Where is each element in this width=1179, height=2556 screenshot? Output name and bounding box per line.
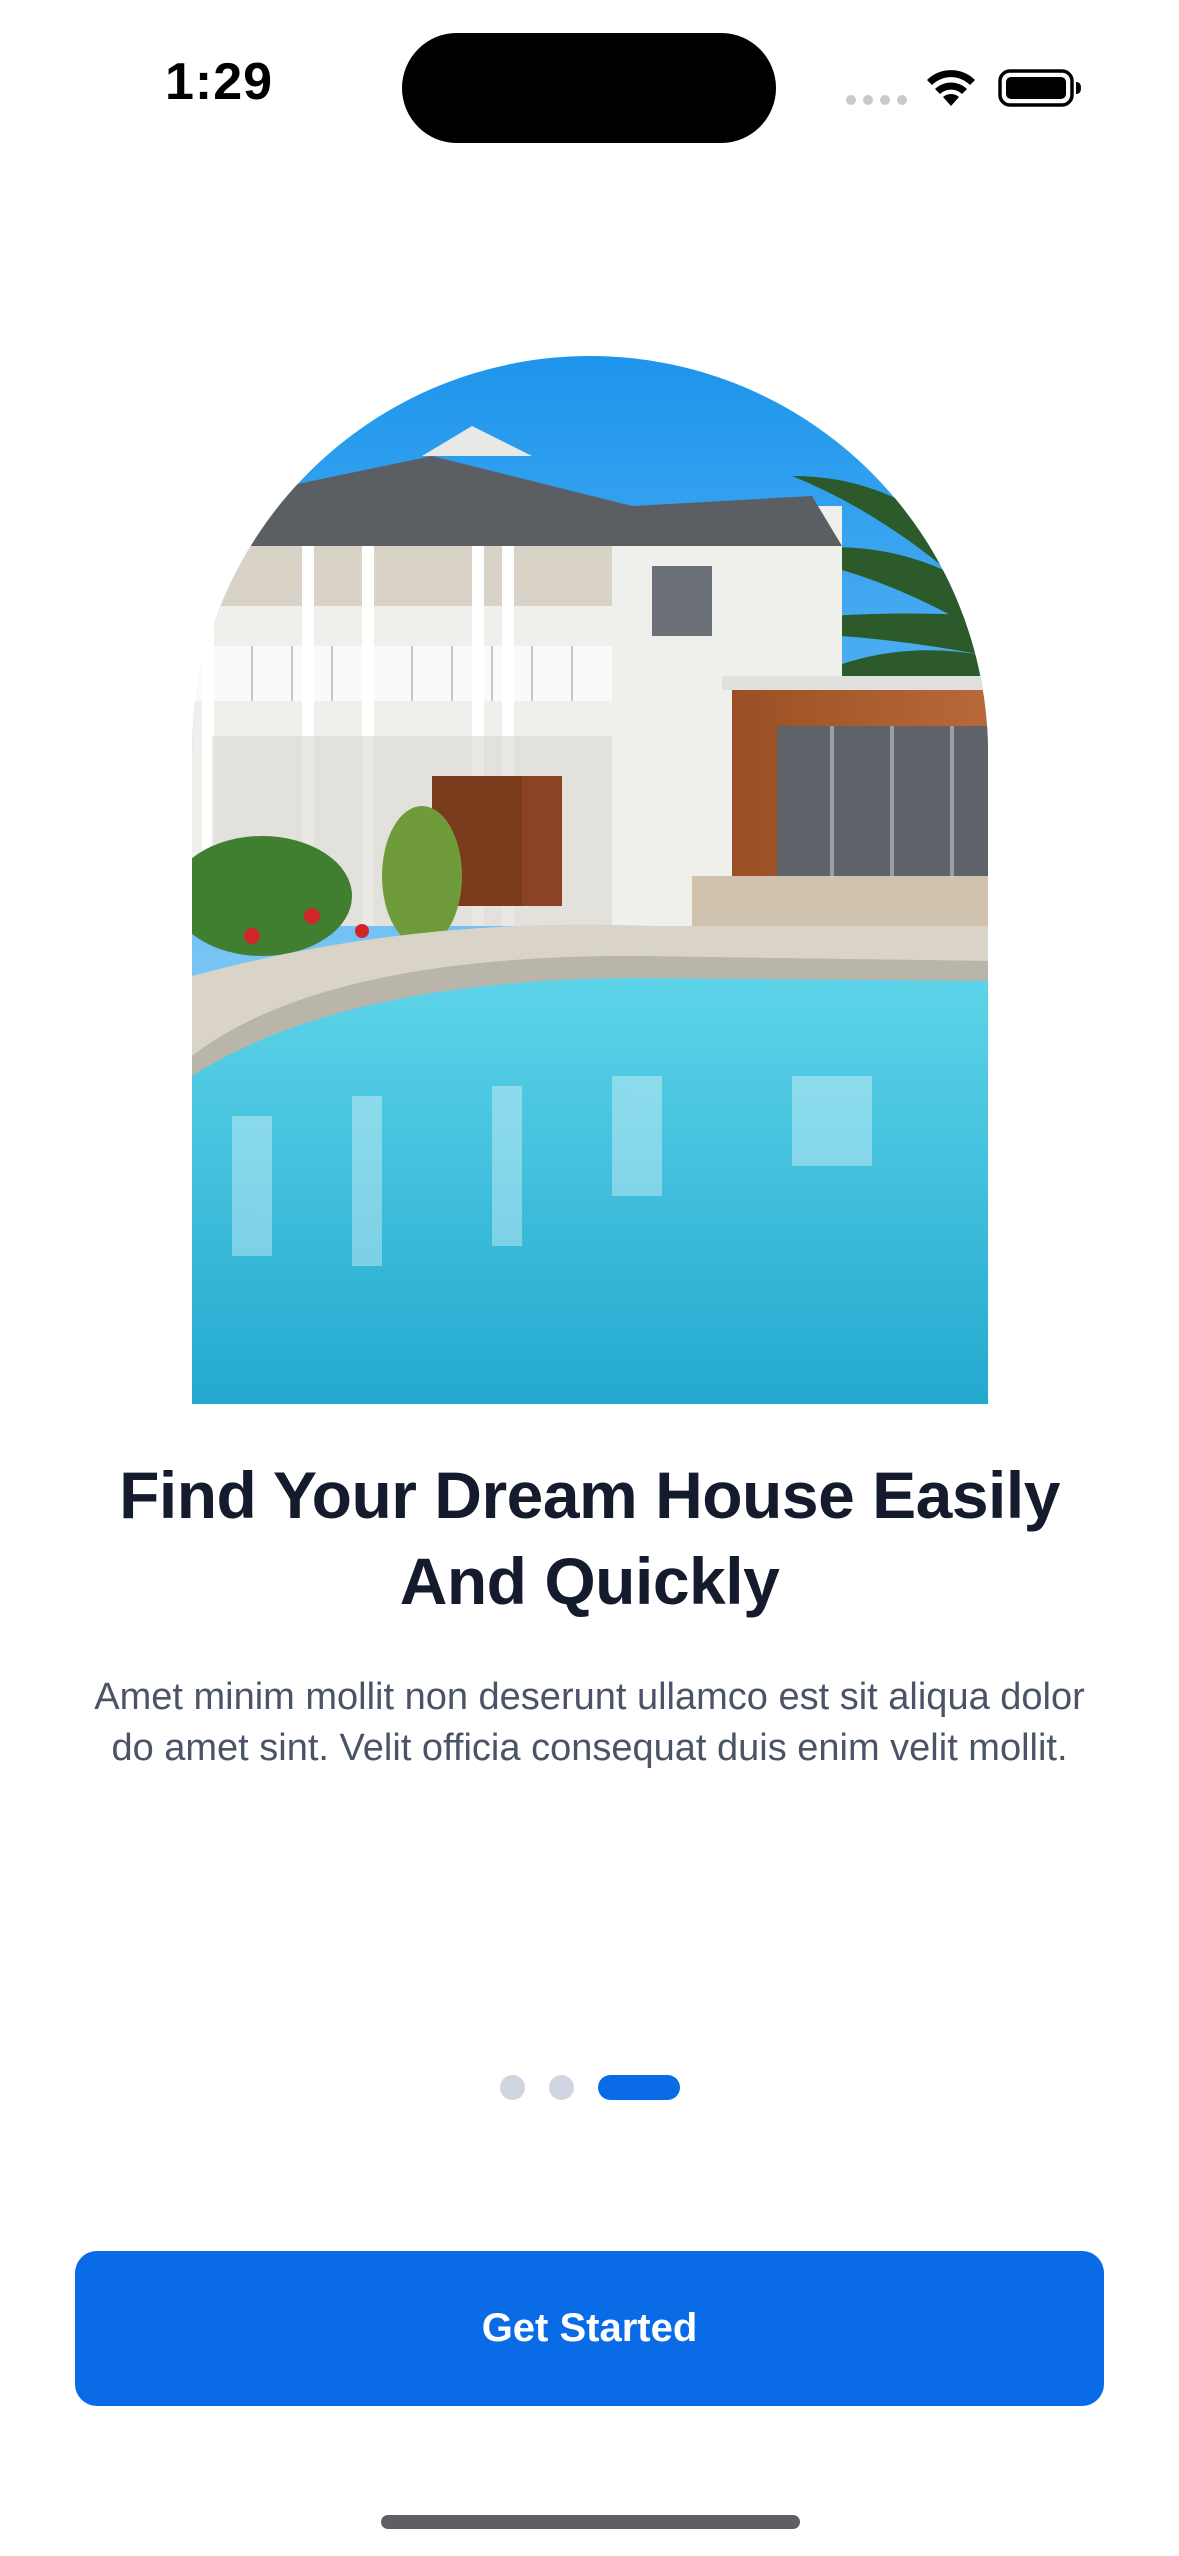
- page-dot-3-active[interactable]: [597, 2075, 680, 2100]
- onboarding-description: Amet minim mollit non deserunt ullamco e…: [94, 1676, 1085, 1769]
- page-dot-1[interactable]: [499, 2075, 525, 2100]
- status-time: 1:29: [165, 53, 274, 111]
- hero-house-image: [192, 356, 988, 1404]
- battery-icon: [998, 69, 1081, 107]
- status-bar: 1:29: [0, 0, 1179, 150]
- house-with-pool-photo-icon: [192, 356, 988, 1404]
- onboarding-title: Find Your Dream House Easily And Quickly: [119, 1458, 1060, 1618]
- page-indicator: [0, 2075, 1179, 2100]
- wifi-icon: [927, 70, 975, 106]
- cellular-signal-icon: [846, 95, 907, 105]
- get-started-button[interactable]: Get Started: [75, 2251, 1104, 2406]
- page-dot-2[interactable]: [548, 2075, 574, 2100]
- dynamic-island: [402, 33, 776, 143]
- home-indicator[interactable]: [381, 2515, 800, 2529]
